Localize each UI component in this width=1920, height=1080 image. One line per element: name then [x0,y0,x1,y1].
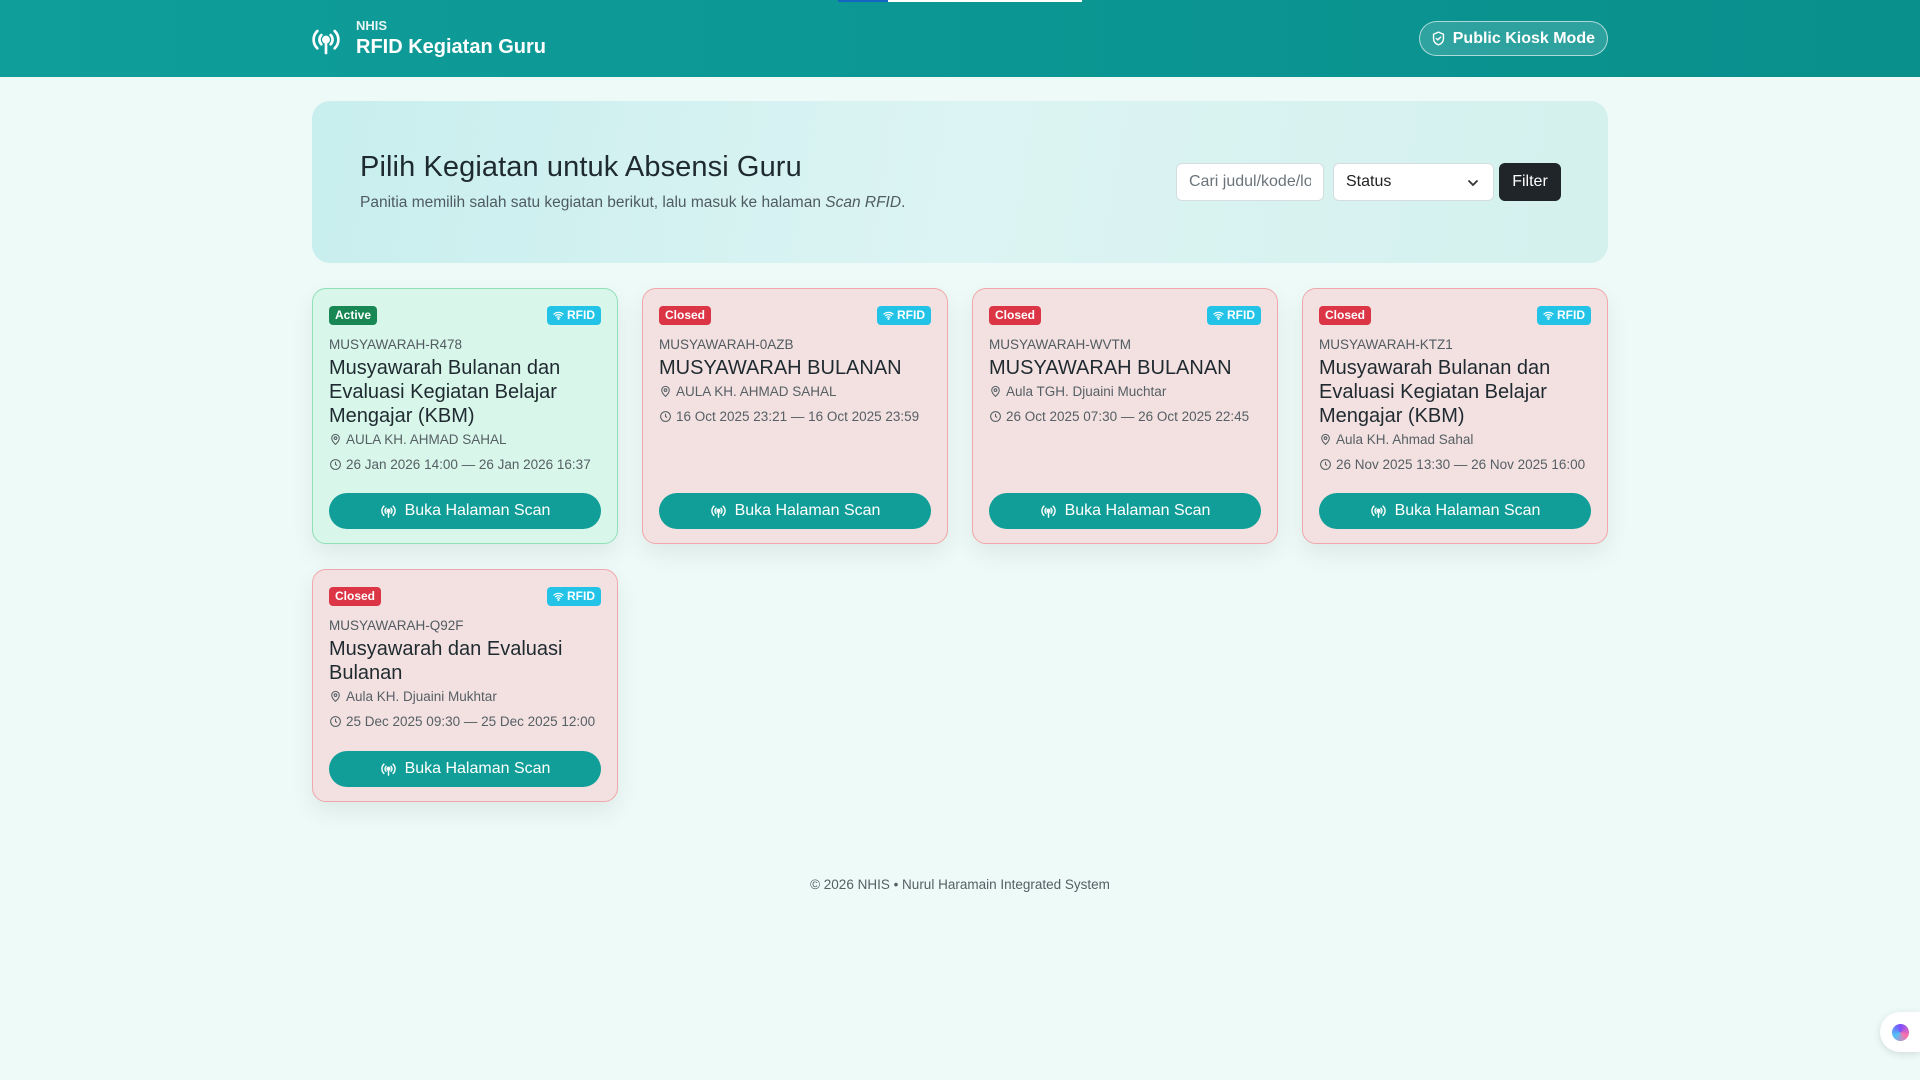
event-code: MUSYAWARAH-R478 [329,337,463,352]
map-pin-icon [661,385,670,398]
status-badge: Closed [329,587,382,606]
broadcast-icon [312,29,340,55]
map-pin-icon [1321,433,1330,446]
footer: © 2026 NHIS • Nurul Haramain Integrated … [810,877,1110,892]
event-location: AULA KH. AHMAD SAHAL [329,432,507,447]
status-select[interactable]: Status [1333,163,1494,201]
event-title: Musyawarah dan Evaluasi Bulanan [329,638,563,684]
event-code: MUSYAWARAH-KTZ1 [1319,337,1453,352]
event-location: Aula KH. Ahmad Sahal [1319,432,1473,447]
broadcast-icon [1040,504,1056,518]
event-code: MUSYAWARAH-Q92F [329,618,464,633]
shield-check-icon [1432,31,1444,46]
rfid-badge: RFID [547,587,601,606]
wifi-icon [553,311,564,320]
clock-icon [1320,459,1331,470]
event-card: Closed RFID MUSYAWARAH-KTZ1 Musyawarah Bula… [1302,288,1608,544]
wifi-icon [553,592,564,601]
event-title: MUSYAWARAH BULANAN [989,357,1232,379]
rfid-badge: RFID [1207,306,1261,325]
event-card: Closed RFID MUSYAWARAH-Q92F Musyawarah dan … [312,569,618,802]
browser-extension-icon[interactable] [1880,1012,1920,1052]
event-title: Musyawarah Bulanan dan Evaluasi Kegiatan… [329,357,561,427]
page-title: Pilih Kegiatan untuk Absensi Guru [360,151,802,183]
wifi-icon [1543,311,1554,320]
open-scan-page-button[interactable]: Buka Halaman Scan [1319,493,1591,529]
wifi-icon [1213,311,1224,320]
public-kiosk-mode-button[interactable]: Public Kiosk Mode [1418,21,1608,56]
event-time: 26 Oct 2025 07:30 — 26 Oct 2025 22:45 [989,409,1249,424]
open-scan-page-button[interactable]: Buka Halaman Scan [329,751,601,787]
event-card: Closed RFID MUSYAWARAH-WVTM MUSYAWARAH BULA… [972,288,1278,544]
clock-icon [660,411,671,422]
hero-panel: Pilih Kegiatan untuk Absensi Guru Paniti… [312,101,1608,263]
open-scan-page-button[interactable]: Buka Halaman Scan [989,493,1261,529]
rfid-badge: RFID [877,306,931,325]
event-title: Musyawarah Bulanan dan Evaluasi Kegiatan… [1319,357,1551,427]
broadcast-icon [710,504,726,518]
event-location: AULA KH. AHMAD SAHAL [659,384,837,399]
event-time: 26 Nov 2025 13:30 — 26 Nov 2025 16:00 [1319,457,1585,472]
filter-button[interactable]: Filter [1499,163,1561,201]
event-time: 25 Dec 2025 09:30 — 25 Dec 2025 12:00 [329,714,595,729]
event-time: 26 Jan 2026 14:00 — 26 Jan 2026 16:37 [329,457,591,472]
event-time: 16 Oct 2025 23:21 — 16 Oct 2025 23:59 [659,409,919,424]
map-pin-icon [331,433,340,446]
broadcast-icon [380,762,396,776]
search-input[interactable] [1176,163,1324,201]
clock-icon [330,459,341,470]
brand-small: NHIS [356,18,388,33]
rfid-badge: RFID [1537,306,1591,325]
event-card: Active RFID MUSYAWARAH-R478 Musyawarah Bula… [312,288,618,544]
clock-icon [990,411,1001,422]
status-badge: Active [329,306,378,325]
broadcast-icon [380,504,396,518]
status-select-value: Status [1346,173,1392,190]
status-badge: Closed [1319,306,1372,325]
loading-progress-bar [838,0,1082,2]
wifi-icon [883,311,894,320]
status-badge: Closed [659,306,712,325]
event-location: Aula TGH. Djuaini Muchtar [989,384,1166,399]
clock-icon [330,716,341,727]
page-subtitle: Panitia memilih salah satu kegiatan beri… [360,194,906,211]
brand-title: RFID Kegiatan Guru [356,36,547,58]
event-location: Aula KH. Djuaini Mukhtar [329,689,497,704]
brand[interactable]: NHIS RFID Kegiatan Guru [310,18,546,60]
top-navbar: NHIS RFID Kegiatan Guru Public Kiosk Mod… [0,0,1920,77]
status-badge: Closed [989,306,1042,325]
open-scan-page-button[interactable]: Buka Halaman Scan [329,493,601,529]
open-scan-page-button[interactable]: Buka Halaman Scan [659,493,931,529]
event-title: MUSYAWARAH BULANAN [659,357,902,379]
map-pin-icon [991,385,1000,398]
event-card: Closed RFID MUSYAWARAH-0AZB MUSYAWARAH BULA… [642,288,948,544]
event-code: MUSYAWARAH-WVTM [989,337,1131,352]
chevron-down-icon [1468,180,1478,187]
kiosk-label: Public Kiosk Mode [1452,29,1595,47]
event-code: MUSYAWARAH-0AZB [659,337,794,352]
rfid-badge: RFID [547,306,601,325]
broadcast-icon [1370,504,1386,518]
map-pin-icon [331,690,340,703]
